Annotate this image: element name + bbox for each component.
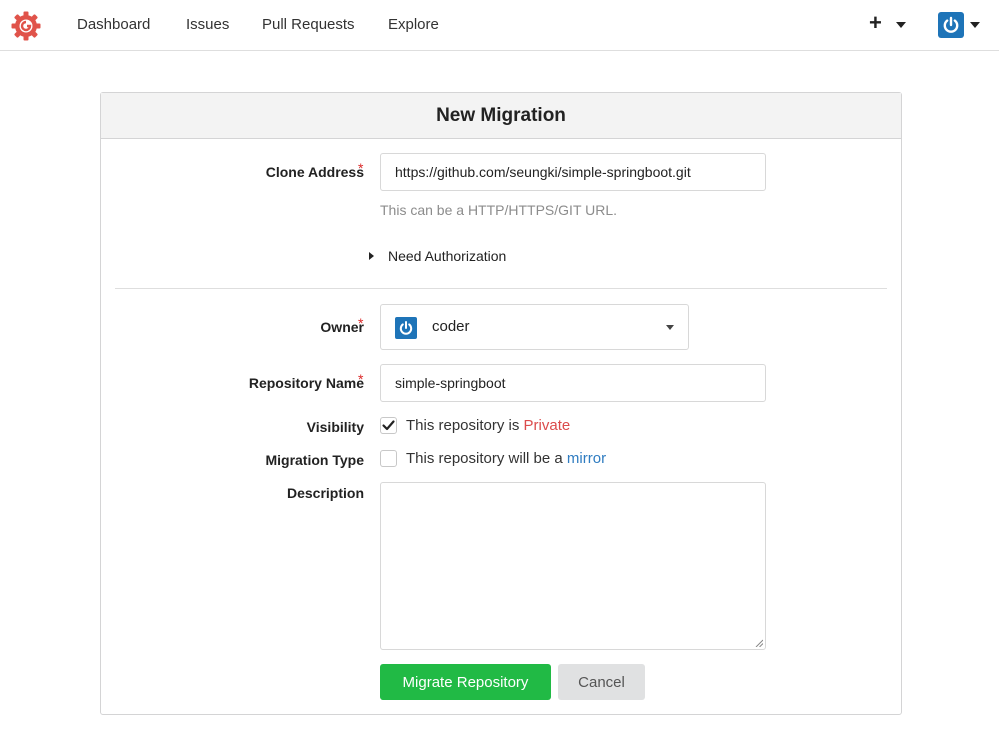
private-keyword: Private: [523, 417, 571, 434]
repository-name-input[interactable]: [380, 364, 766, 402]
need-authorization-label: Need Authorization: [388, 248, 507, 264]
plus-icon: +: [869, 10, 882, 35]
required-marker: *: [358, 315, 364, 331]
page-title: New Migration: [436, 105, 566, 126]
nav-dashboard[interactable]: Dashboard: [77, 16, 150, 33]
need-authorization-toggle[interactable]: Need Authorization: [369, 248, 506, 264]
power-icon: [399, 321, 413, 335]
user-menu[interactable]: [938, 12, 984, 40]
migration-type-text: This repository will be a mirror: [406, 450, 606, 467]
gitea-logo-icon[interactable]: [10, 10, 42, 42]
repository-name-label: Repository Name: [248, 375, 364, 391]
nav-issues[interactable]: Issues: [186, 16, 229, 33]
required-marker: *: [358, 160, 364, 176]
caret-right-icon: [369, 252, 374, 260]
clone-address-hint: This can be a HTTP/HTTPS/GIT URL.: [380, 202, 618, 218]
mirror-checkbox[interactable]: [380, 450, 397, 467]
clone-address-input[interactable]: [380, 153, 766, 191]
checkmark-icon: [382, 420, 395, 431]
migration-type-label: Migration Type: [265, 452, 364, 468]
chevron-down-icon: [896, 22, 906, 28]
required-marker: *: [358, 371, 364, 387]
power-icon: [943, 16, 959, 33]
resize-handle-icon[interactable]: [755, 639, 763, 647]
visibility-label: Visibility: [306, 419, 364, 435]
chevron-down-icon: [970, 22, 980, 28]
top-navbar: Dashboard Issues Pull Requests Explore +: [0, 0, 999, 51]
card-header: New Migration: [101, 93, 901, 139]
owner-select[interactable]: coder: [380, 304, 689, 350]
create-new-menu[interactable]: +: [866, 10, 908, 38]
visibility-checkbox[interactable]: [380, 417, 397, 434]
clone-address-label: Clone Address: [265, 164, 364, 180]
avatar: [938, 12, 964, 38]
migration-form-card: New Migration Clone Address * This can b…: [100, 92, 902, 715]
dropdown-arrow-icon: [666, 325, 674, 330]
owner-avatar: [395, 317, 417, 339]
description-label: Description: [286, 485, 364, 501]
migration-type-description: This repository will be a: [406, 450, 567, 467]
nav-pull-requests[interactable]: Pull Requests: [262, 16, 355, 33]
cancel-button[interactable]: Cancel: [558, 664, 645, 700]
description-textarea[interactable]: [380, 482, 766, 650]
nav-explore[interactable]: Explore: [388, 16, 439, 33]
visibility-text: This repository is Private: [406, 417, 570, 434]
divider: [115, 288, 887, 289]
visibility-description: This repository is: [406, 417, 524, 434]
owner-selected-value: coder: [432, 318, 470, 335]
migrate-repository-button[interactable]: Migrate Repository: [380, 664, 551, 700]
mirror-keyword: mirror: [566, 450, 607, 467]
